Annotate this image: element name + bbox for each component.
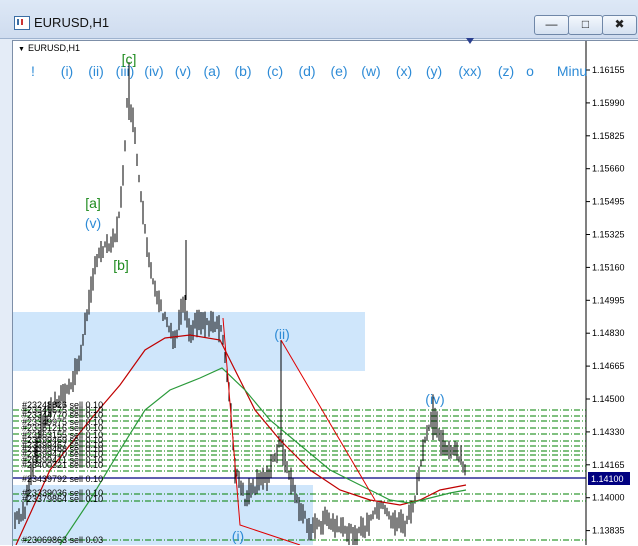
wave-annotation: [c]: [122, 51, 137, 67]
wave-label-top: (xx): [458, 63, 481, 79]
wave-annotation: (iv): [425, 391, 444, 407]
price-tick-label: 1.15325: [592, 230, 625, 240]
order-label: #23439792 sell 0.10: [22, 474, 103, 484]
price-chart[interactable]: 1.16155 1.15990 1.15825 1.15660 1.15495 1.153…: [0, 0, 638, 545]
wave-label-top: (e): [330, 63, 347, 79]
price-tick-label: 1.15495: [592, 197, 625, 207]
wave-label-top: (c): [267, 63, 283, 79]
order-label: #23069863 sell 0.03: [22, 535, 103, 545]
price-tick-label: 1.14330: [592, 427, 625, 437]
price-tick-label: 1.15160: [592, 262, 625, 272]
price-tick-label: 1.14830: [592, 328, 625, 338]
price-tick-label: 1.15825: [592, 131, 625, 141]
price-tick-label: 1.15660: [592, 164, 625, 174]
wave-label-top: o: [526, 63, 534, 79]
price-tick-label: 1.15990: [592, 98, 625, 108]
wave-label-top: (y): [426, 63, 442, 79]
wave-label-top: (v): [175, 63, 191, 79]
chart-window: EURUSD,H1 — □ ✖ ▼ EURUSD,H1 1.16155 1.1599…: [0, 0, 638, 546]
wave-label-top: (x): [396, 63, 412, 79]
price-tick-label: 1.14165: [592, 460, 625, 470]
wave-label-top: (b): [234, 63, 251, 79]
wave-label-top: (d): [298, 63, 315, 79]
wave-label-top: (w): [361, 63, 380, 79]
wave-label-top: (iv): [144, 63, 163, 79]
order-label: #23379864 sell 0.10: [22, 494, 103, 504]
wave-annotation: (v): [85, 215, 101, 231]
wave-label-top: Minu: [557, 63, 587, 79]
price-tick-label: 1.14995: [592, 295, 625, 305]
price-tick-label: 1.14000: [592, 493, 625, 503]
wave-label-top: (ii): [88, 63, 104, 79]
order-label: #23400321 sell 0.10: [22, 460, 103, 470]
price-tick-label: 1.14665: [592, 361, 625, 371]
chart-shift-marker: [466, 38, 474, 44]
wave-label-top: !: [31, 63, 35, 79]
price-tick-label: 1.13835: [592, 526, 625, 536]
price-tick-label: 1.16155: [592, 65, 625, 75]
wave-annotation: (ii): [274, 326, 290, 342]
wave-annotation: [b]: [113, 257, 129, 273]
wave-annotation: (i): [232, 528, 244, 544]
current-price-label: 1.14100: [591, 474, 624, 484]
wave-label-top: (z): [498, 63, 514, 79]
price-tick-label: 1.14500: [592, 394, 625, 404]
wave-label-top: (a): [203, 63, 220, 79]
wave-label-top: (i): [61, 63, 73, 79]
wave-annotation: [a]: [85, 195, 101, 211]
